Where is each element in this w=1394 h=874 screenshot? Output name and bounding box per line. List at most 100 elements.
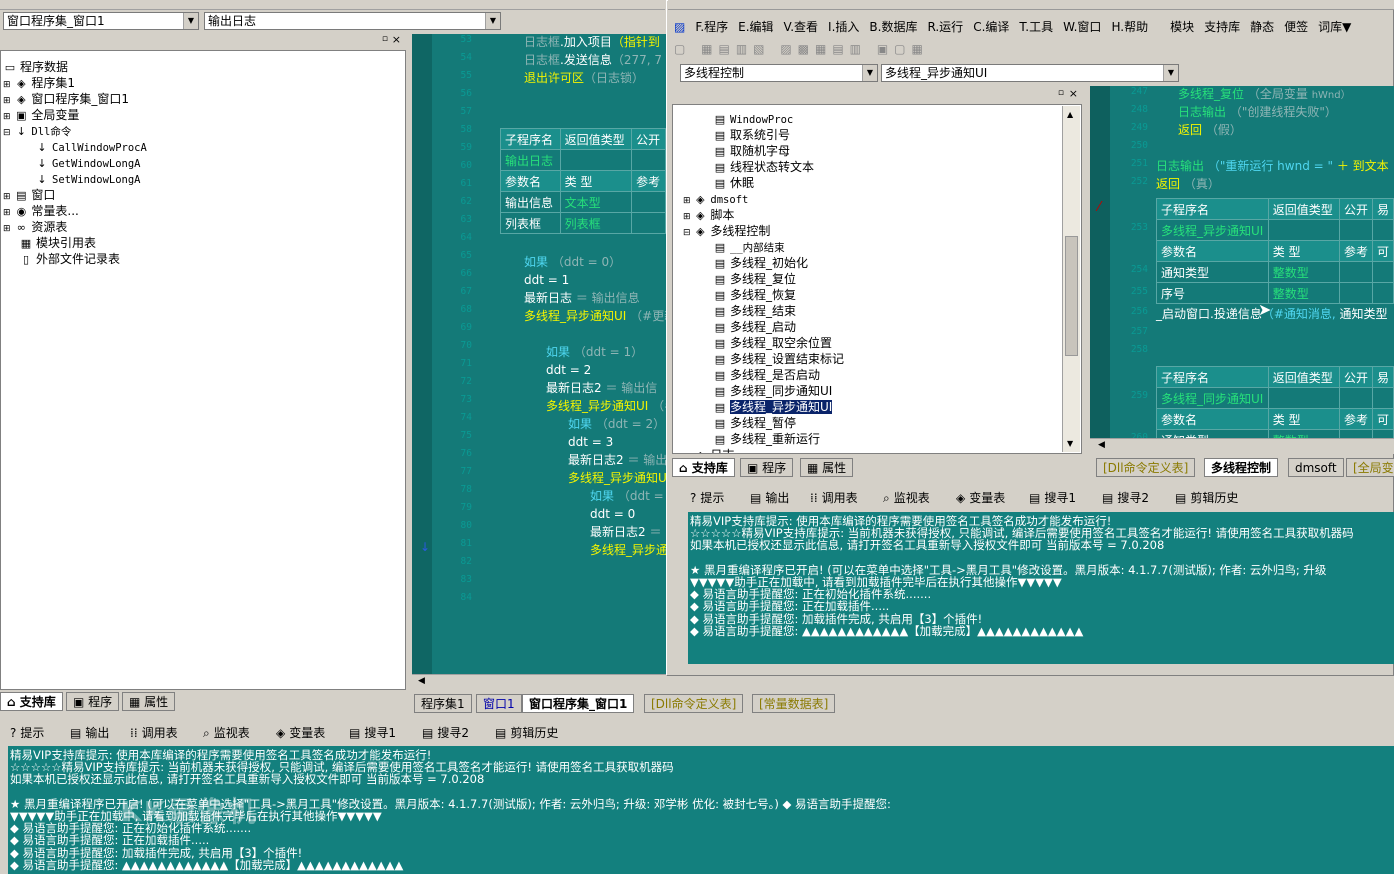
tree-item[interactable]: ⊞ ◈ 窗口程序集_窗口1 xyxy=(3,91,129,107)
tree-item[interactable]: ▤ 多线程_恢复 xyxy=(713,287,796,303)
tab-multithread[interactable]: 多线程控制 xyxy=(1204,458,1279,477)
menu-compile[interactable]: C.编译 xyxy=(973,18,1009,35)
tab-support-lib[interactable]: ⌂ 支持库 xyxy=(672,458,735,477)
tree-item[interactable]: ⊟ ↓ Dll命令 xyxy=(3,123,71,139)
tree-item[interactable]: ⊞ ◈ dmsoft xyxy=(683,191,748,207)
tab-window-assembly[interactable]: 窗口程序集_窗口1 xyxy=(522,694,635,713)
menu-insert[interactable]: I.插入 xyxy=(828,18,859,35)
tab-dll-table[interactable]: [Dll命令定义表] xyxy=(1096,458,1196,477)
maximize-icon[interactable]: ▫ xyxy=(1058,88,1064,98)
tree-item[interactable]: ▤ 多线程_是否启动 xyxy=(713,367,820,383)
chevron-down-icon[interactable]: ▼ xyxy=(862,65,877,81)
tree-item[interactable]: ▤ 多线程_重新运行 xyxy=(713,431,820,447)
right-code-hscroll[interactable]: ◀ xyxy=(1090,438,1394,454)
tab-program[interactable]: ▣ 程序 xyxy=(740,458,794,477)
tree-vscroll[interactable]: ▲ ▼ xyxy=(1062,106,1080,452)
output-tab[interactable]: ? 提示 xyxy=(10,722,44,744)
tab-dll-table[interactable]: [Dll命令定义表] xyxy=(644,694,744,713)
menu-edit[interactable]: E.编辑 xyxy=(738,18,773,35)
class-select[interactable]: 多线程控制 ▼ xyxy=(680,64,878,82)
tree-item[interactable]: ▤ 取系统引号 xyxy=(713,127,790,143)
chevron-down-icon[interactable]: ▼ xyxy=(183,13,198,29)
tree-item[interactable]: ⊞ ◉ 常量表... xyxy=(3,203,79,219)
tree-item[interactable]: ↓ CallWindowProcA xyxy=(35,139,146,155)
tree-item[interactable]: ⊞ ◈日志 xyxy=(683,447,734,453)
method-select[interactable]: 多线程_异步通知UI ▼ xyxy=(881,64,1179,82)
tree-item[interactable]: ▤ 多线程_取空余位置 xyxy=(713,335,832,351)
tree-item[interactable]: ⊞ ◈ 程序集1 xyxy=(3,75,75,91)
output-tab[interactable]: ◈ 变量表 xyxy=(276,722,325,744)
menu-static[interactable]: 静态 xyxy=(1250,18,1274,35)
tree-item[interactable]: ▤ __内部结束 xyxy=(713,239,785,255)
tree-item[interactable]: ⊟ ◈ 多线程控制 xyxy=(683,223,770,239)
scroll-up-icon[interactable]: ▲ xyxy=(1067,110,1073,119)
tree-item[interactable]: ▤ 多线程_结束 xyxy=(713,303,796,319)
scroll-down-icon[interactable]: ▼ xyxy=(1067,439,1073,448)
maximize-icon[interactable]: ▫ xyxy=(382,34,388,44)
tree-item[interactable]: ⊞ ∞ 资源表 xyxy=(3,219,67,235)
menu-program[interactable]: F.程序 xyxy=(695,18,728,35)
menu-window[interactable]: W.窗口 xyxy=(1063,18,1101,35)
event-select[interactable]: 输出日志 ▼ xyxy=(204,12,501,30)
tree-item[interactable]: ▦ 模块引用表 xyxy=(19,235,96,251)
output-tab[interactable]: ▤ 剪辑历史 xyxy=(1175,487,1238,509)
tab-window1[interactable]: 窗口1 xyxy=(476,694,522,713)
menu-notes[interactable]: 便签 xyxy=(1284,18,1308,35)
output-tab[interactable]: ▤ 输出 xyxy=(750,487,789,509)
code-editor-main[interactable]: 53 54 55 56 57 58 59 60 61 62 63 64 65 66 67 68 69 70 71 72… xyxy=(412,34,666,674)
tree-item[interactable]: ▤ 多线程_启动 xyxy=(713,319,796,335)
output-tab[interactable]: ▤ 输出 xyxy=(70,722,109,744)
menu-database[interactable]: B.数据库 xyxy=(869,18,917,35)
tab-support-lib[interactable]: ⌂ 支持库 xyxy=(0,692,63,711)
tree-item[interactable]: ▤ 多线程_设置结束标记 xyxy=(713,351,844,367)
tree-item[interactable]: ▤ 多线程_同步通知UI xyxy=(713,383,833,399)
tree-item[interactable]: ▭ 程序数据 xyxy=(3,59,68,75)
tree-item[interactable]: ▤ 多线程_复位 xyxy=(713,271,796,287)
output-tab[interactable]: ⌕ 监视表 xyxy=(883,487,930,509)
scroll-thumb[interactable] xyxy=(1065,236,1078,356)
output-tab[interactable]: ⌕ 监视表 xyxy=(203,722,250,744)
menu-lexicon[interactable]: 词库▼ xyxy=(1318,18,1351,35)
output-tab[interactable]: ⁞⁞ 调用表 xyxy=(130,722,178,744)
chevron-down-icon[interactable]: ▼ xyxy=(485,13,500,29)
output-tab[interactable]: ▤ 搜寻2 xyxy=(1102,487,1149,509)
tab-assembly1[interactable]: 程序集1 xyxy=(414,694,472,713)
tree-item[interactable]: ▤ 休眠 xyxy=(713,175,754,191)
tree-item[interactable]: ▤ 线程状态转文本 xyxy=(713,159,814,175)
tree-item[interactable]: ▤ 多线程_暂停 xyxy=(713,415,796,431)
tab-properties[interactable]: ▦ 属性 xyxy=(122,692,176,711)
code-hscroll[interactable]: ◀ xyxy=(412,674,666,690)
menu-view[interactable]: V.查看 xyxy=(784,18,818,35)
output-tab[interactable]: ? 提示 xyxy=(690,487,724,509)
tree-item[interactable]: ▤ 多线程_异步通知UI xyxy=(713,399,833,415)
output-tab[interactable]: ▤ 剪辑历史 xyxy=(495,722,558,744)
output-tab[interactable]: ◈ 变量表 xyxy=(956,487,1005,509)
scroll-left-icon[interactable]: ◀ xyxy=(1098,440,1105,450)
tree-item[interactable]: ⊞ ▣ 全局变量 xyxy=(3,107,79,123)
tree-item[interactable]: ↓ SetWindowLongA xyxy=(35,171,140,187)
menu-help[interactable]: H.帮助 xyxy=(1111,18,1148,35)
menu-module[interactable]: 模块 xyxy=(1170,18,1194,35)
tree-item[interactable]: ⊞ ▤ 窗口 xyxy=(3,187,55,203)
tree-item[interactable]: ▤ 取随机字母 xyxy=(713,143,790,159)
tab-global-vars[interactable]: [全局变 xyxy=(1346,458,1394,477)
tree-item[interactable]: ⊞ ◈ 脚本 xyxy=(683,207,734,223)
tree-item[interactable]: ↓ GetWindowLongA xyxy=(35,155,140,171)
output-tab[interactable]: ▤ 搜寻1 xyxy=(349,722,396,744)
chevron-down-icon[interactable]: ▼ xyxy=(1163,65,1178,81)
scroll-left-icon[interactable]: ◀ xyxy=(418,676,425,686)
tab-const-table[interactable]: [常量数据表] xyxy=(752,694,836,713)
tree-item[interactable]: ▤ 多线程_初始化 xyxy=(713,255,808,271)
tree-item[interactable]: ▤ WindowProc xyxy=(713,111,793,127)
output-tab[interactable]: ⁞⁞ 调用表 xyxy=(810,487,858,509)
window-select[interactable]: 窗口程序集_窗口1 ▼ xyxy=(3,12,199,30)
output-tab[interactable]: ▤ 搜寻2 xyxy=(422,722,469,744)
tree-item[interactable]: ▯ 外部文件记录表 xyxy=(19,251,120,267)
close-icon[interactable]: × xyxy=(392,33,401,46)
menu-run[interactable]: R.运行 xyxy=(927,18,963,35)
tab-properties[interactable]: ▦ 属性 xyxy=(800,458,854,477)
code-editor-right[interactable]: 247 248 249 250 251 252 253 254 255 256 257 258 259 2… xyxy=(1090,86,1394,438)
close-icon[interactable]: × xyxy=(1069,87,1078,100)
menu-tools[interactable]: T.工具 xyxy=(1019,18,1053,35)
tab-dmsoft[interactable]: dmsoft xyxy=(1288,458,1344,477)
